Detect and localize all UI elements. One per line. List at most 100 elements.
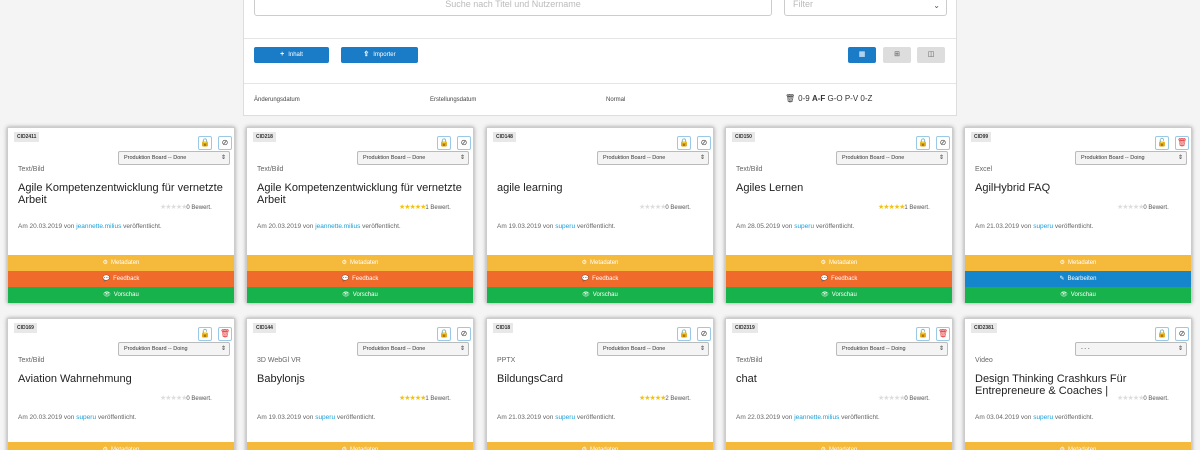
metadata-button[interactable]: ⚙ Metadaten (247, 442, 473, 450)
preview-button[interactable]: 👁 Vorschau (965, 287, 1191, 303)
content-card[interactable]: CID99 🔓 🗑 Produktion Board -- Doing ⇕ Excel Ag… (964, 127, 1192, 303)
lock-icon: 🔒 (200, 138, 210, 147)
content-title[interactable]: Babylonjs (257, 373, 462, 385)
author-link[interactable]: superu (555, 223, 575, 230)
content-card[interactable]: CID169 🔓 🗑 Produktion Board -- Doing ⇕ Text/B… (7, 318, 235, 450)
sort-normal[interactable]: Normal (606, 97, 625, 103)
sort-changed[interactable]: Änderungsdatum (254, 97, 300, 103)
author-link[interactable]: jeannette.milius (315, 223, 360, 230)
add-content-button[interactable]: + Inhalt (254, 47, 329, 63)
sort-created[interactable]: Erstellungsdatum (430, 97, 476, 103)
delete-button[interactable]: 🗑 (1175, 136, 1189, 150)
alpha-0-9[interactable]: 0-9 (798, 94, 810, 103)
metadata-button[interactable]: ⚙ Metadaten (8, 442, 234, 450)
lock-button[interactable]: 🔓 (916, 327, 930, 341)
status-select[interactable]: Produktion Board -- Done ⇕ (118, 151, 230, 165)
metadata-button[interactable]: ⚙ Metadaten (8, 255, 234, 271)
content-card[interactable]: CID2319 🔓 🗑 Produktion Board -- Doing ⇕ Text/… (725, 318, 953, 450)
feedback-button[interactable]: 💬 Feedback (8, 271, 234, 287)
author-link[interactable]: superu (76, 414, 96, 421)
author-link[interactable]: jeannette.milius (794, 414, 839, 421)
alpha-a-f[interactable]: A-F (812, 94, 825, 103)
disable-button[interactable]: ⊘ (457, 327, 471, 341)
lock-button[interactable]: 🔓 (1155, 136, 1169, 150)
metadata-button[interactable]: ⚙ Metadaten (487, 442, 713, 450)
disable-button[interactable]: ⊘ (697, 136, 711, 150)
lock-button[interactable]: 🔒 (916, 136, 930, 150)
status-select[interactable]: Produktion Board -- Done ⇕ (357, 151, 469, 165)
disable-button[interactable]: ⊘ (457, 136, 471, 150)
author-link[interactable]: superu (794, 223, 814, 230)
alpha-rest[interactable]: G-O P-V 0-Z (828, 94, 873, 103)
edit-button[interactable]: ✎ Bearbeiten (965, 271, 1191, 287)
content-id: CID150 (732, 132, 755, 142)
search-input[interactable]: Suche nach Titel und Nutzername (254, 0, 772, 16)
disable-button[interactable]: ⊘ (1175, 327, 1189, 341)
status-select[interactable]: Produktion Board -- Done ⇕ (357, 342, 469, 356)
metadata-button[interactable]: ⚙ Metadaten (965, 255, 1191, 271)
content-card[interactable]: CID2411 🔒 ⊘ Produktion Board -- Done ⇕ Text/B… (7, 127, 235, 303)
author-link[interactable]: superu (315, 414, 335, 421)
status-select[interactable]: Produktion Board -- Doing ⇕ (836, 342, 948, 356)
lock-button[interactable]: 🔒 (198, 136, 212, 150)
import-button[interactable]: ⇪ Importer (341, 47, 418, 63)
author-link[interactable]: jeannette.milius (76, 223, 121, 230)
content-title[interactable]: AgilHybrid FAQ (975, 182, 1180, 194)
content-card[interactable]: CID148 🔒 ⊘ Produktion Board -- Done ⇕ agile l… (486, 127, 714, 303)
metadata-button[interactable]: ⚙ Metadaten (487, 255, 713, 271)
publish-suffix: veröffentlicht. (841, 414, 880, 421)
content-card[interactable]: CID18 🔒 ⊘ Produktion Board -- Done ⇕ PPTX Bild… (486, 318, 714, 450)
metadata-button[interactable]: ⚙ Metadaten (247, 255, 473, 271)
lock-button[interactable]: 🔒 (677, 136, 691, 150)
disable-button[interactable]: ⊘ (936, 136, 950, 150)
split-view-button[interactable]: ◫ (917, 47, 945, 63)
metadata-button[interactable]: ⚙ Metadaten (726, 255, 952, 271)
content-card[interactable]: CID218 🔒 ⊘ Produktion Board -- Done ⇕ Text/Bi… (246, 127, 474, 303)
metadata-button[interactable]: ⚙ Metadaten (726, 442, 952, 450)
status-select[interactable]: Produktion Board -- Done ⇕ (597, 151, 709, 165)
lock-button[interactable]: 🔒 (437, 136, 451, 150)
disable-button[interactable]: ⊘ (697, 327, 711, 341)
delete-button[interactable]: 🗑 (218, 327, 232, 341)
filter-select[interactable]: Filter ⌄ (784, 0, 947, 16)
table-view-button[interactable]: ⊞ (883, 47, 911, 63)
lock-button[interactable]: 🔒 (1155, 327, 1169, 341)
status-select[interactable]: Produktion Board -- Done ⇕ (836, 151, 948, 165)
content-title[interactable]: BildungsCard (497, 373, 702, 385)
ban-icon: ⊘ (700, 138, 708, 147)
author-link[interactable]: superu (1033, 414, 1053, 421)
feedback-button[interactable]: 💬 Feedback (487, 271, 713, 287)
add-content-label: Inhalt (288, 52, 303, 58)
content-card[interactable]: CID2381 🔒 ⊘ - - - ⇕ Video Design Thinking Cras… (964, 318, 1192, 450)
status-select[interactable]: Produktion Board -- Doing ⇕ (118, 342, 230, 356)
author-link[interactable]: superu (1033, 223, 1053, 230)
lock-button[interactable]: 🔓 (198, 327, 212, 341)
feedback-button[interactable]: 💬 Feedback (247, 271, 473, 287)
lock-button[interactable]: 🔒 (437, 327, 451, 341)
content-title[interactable]: chat (736, 373, 941, 385)
status-value: Produktion Board -- Doing (842, 346, 906, 352)
delete-button[interactable]: 🗑 (936, 327, 950, 341)
status-select[interactable]: Produktion Board -- Doing ⇕ (1075, 151, 1187, 165)
preview-button[interactable]: 👁 Vorschau (8, 287, 234, 303)
status-select[interactable]: Produktion Board -- Done ⇕ (597, 342, 709, 356)
preview-button[interactable]: 👁 Vorschau (247, 287, 473, 303)
eye-icon: 👁 (821, 292, 829, 298)
feedback-button[interactable]: 💬 Feedback (726, 271, 952, 287)
status-select[interactable]: - - - ⇕ (1075, 342, 1187, 356)
content-card[interactable]: CID144 🔒 ⊘ Produktion Board -- Done ⇕ 3D WebG… (246, 318, 474, 450)
content-title[interactable]: Aviation Wahrnehmung (18, 373, 223, 385)
content-type: Text/Bild (736, 357, 763, 364)
preview-button[interactable]: 👁 Vorschau (726, 287, 952, 303)
metadata-button[interactable]: ⚙ Metadaten (965, 442, 1191, 450)
preview-button[interactable]: 👁 Vorschau (487, 287, 713, 303)
author-link[interactable]: superu (555, 414, 575, 421)
content-card[interactable]: CID150 🔒 ⊘ Produktion Board -- Done ⇕ Text/Bi… (725, 127, 953, 303)
grid-view-button[interactable]: ▦ (848, 47, 876, 63)
disable-button[interactable]: ⊘ (218, 136, 232, 150)
lock-button[interactable]: 🔒 (677, 327, 691, 341)
content-title[interactable]: agile learning (497, 182, 702, 194)
trash-icon[interactable]: 🗑 (785, 94, 795, 103)
content-title[interactable]: Agiles Lernen (736, 182, 941, 194)
stars-icon: ★★★★★ (160, 395, 187, 402)
